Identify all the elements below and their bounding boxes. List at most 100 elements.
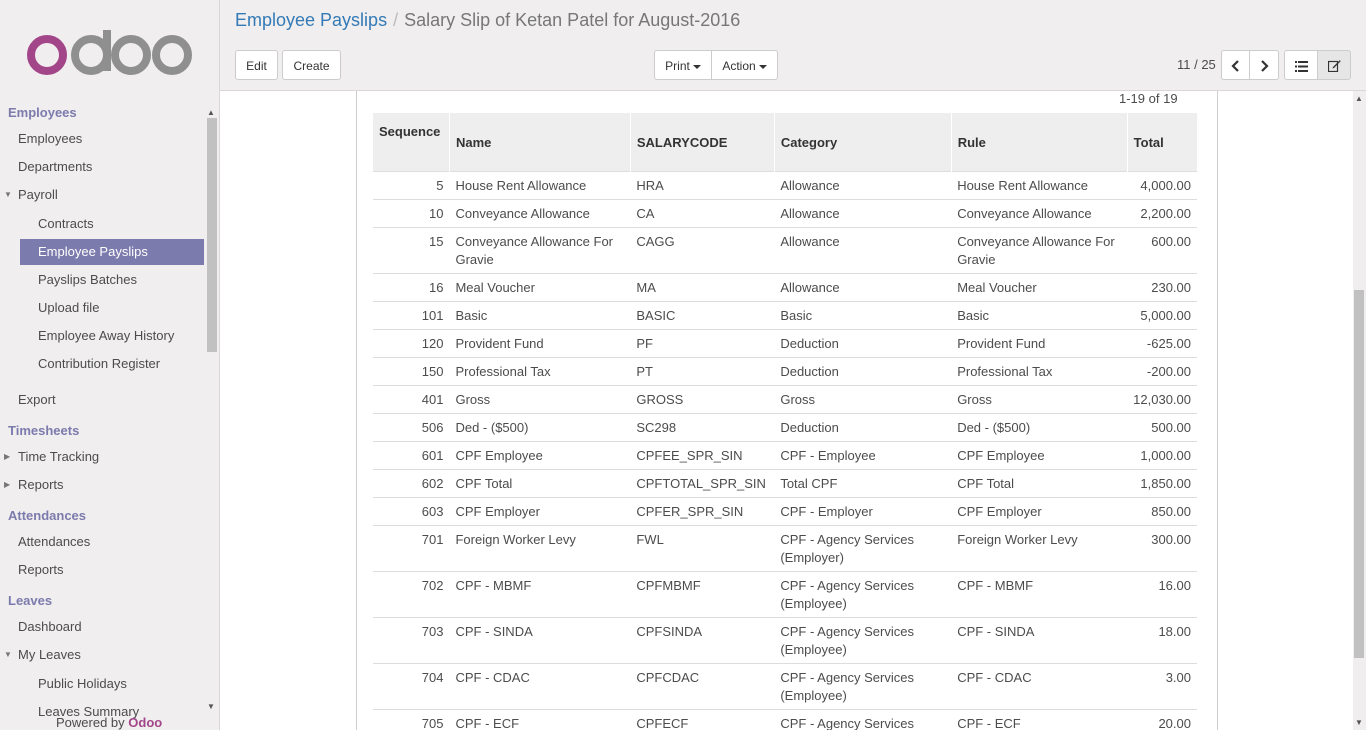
cell-category: Deduction <box>774 329 952 358</box>
cell-name: CPF - SINDA <box>449 617 631 664</box>
table-row[interactable]: 601 CPF Employee CPFEE_SPR_SIN CPF - Employ… <box>373 441 1197 470</box>
sidebar-item-reports-attendances[interactable]: Reports <box>0 557 204 583</box>
cell-sequence: 602 <box>373 469 450 498</box>
edit-button[interactable]: Edit <box>235 50 278 80</box>
cell-name: CPF Employee <box>449 441 631 470</box>
pager-value[interactable]: 11 / 25 <box>1177 57 1216 72</box>
main-scrollbar-thumb[interactable] <box>1354 290 1364 658</box>
table-row[interactable]: 10 Conveyance Allowance CA Allowance Conveya… <box>373 199 1197 228</box>
sidebar-item-attendances[interactable]: Attendances <box>0 529 204 555</box>
scroll-up-icon[interactable]: ▲ <box>207 108 215 117</box>
cell-sequence: 10 <box>373 199 450 228</box>
sidebar-item-employees[interactable]: Employees <box>0 126 204 152</box>
breadcrumb-employee-payslips[interactable]: Employee Payslips <box>235 10 387 30</box>
print-dropdown-button[interactable]: Print <box>654 50 712 80</box>
column-header-rule[interactable]: Rule <box>950 113 1128 172</box>
cell-rule: CPF Employee <box>951 441 1128 470</box>
cell-salarycode: CAGG <box>630 227 775 274</box>
table-row[interactable]: 602 CPF Total CPFTOTAL_SPR_SIN Total CPF CPF… <box>373 469 1197 498</box>
form-sheet: 1-19 of 19 Sequence Name SALARYCODE Cate… <box>356 91 1218 730</box>
cell-rule: CPF - CDAC <box>951 663 1128 710</box>
cell-sequence: 16 <box>373 273 450 302</box>
sidebar-item-payroll[interactable]: ▼ Payroll <box>0 182 204 208</box>
sidebar-section-leaves: Leaves <box>8 593 53 608</box>
pager-previous-button[interactable] <box>1221 50 1250 80</box>
cell-salarycode: PF <box>630 329 775 358</box>
table-row[interactable]: 703 CPF - SINDA CPFSINDA CPF - Agency Servi… <box>373 617 1197 664</box>
scroll-up-icon[interactable]: ▲ <box>1355 94 1363 103</box>
cell-name: CPF - CDAC <box>449 663 631 710</box>
odoo-link[interactable]: Odoo <box>128 715 162 730</box>
cell-sequence: 603 <box>373 497 450 526</box>
table-header-row: Sequence Name SALARYCODE Category Rule T… <box>373 113 1197 172</box>
table-row[interactable]: 5 House Rent Allowance HRA Allowance House R… <box>373 171 1197 200</box>
column-header-category[interactable]: Category <box>773 113 952 172</box>
table-row[interactable]: 16 Meal Voucher MA Allowance Meal Voucher 230… <box>373 273 1197 302</box>
cell-rule: Meal Voucher <box>951 273 1128 302</box>
table-row[interactable]: 15 Conveyance Allowance For Gravie CAGG All… <box>373 227 1197 274</box>
cell-sequence: 150 <box>373 357 450 386</box>
sidebar-item-employee-away-history[interactable]: Employee Away History <box>0 323 204 349</box>
list-view-button[interactable] <box>1284 50 1318 80</box>
sidebar-item-dashboard[interactable]: Dashboard <box>0 614 204 640</box>
cell-name: CPF Employer <box>449 497 631 526</box>
cell-name: Meal Voucher <box>449 273 631 302</box>
sidebar-item-contribution-register[interactable]: Contribution Register <box>0 351 204 377</box>
cell-name: CPF - ECF <box>449 709 631 730</box>
cell-rule: CPF Employer <box>951 497 1128 526</box>
cell-total: 500.00 <box>1127 413 1197 442</box>
table-row[interactable]: 120 Provident Fund PF Deduction Provident Fu… <box>373 329 1197 358</box>
scroll-down-icon[interactable]: ▼ <box>1355 718 1363 727</box>
sidebar-item-employee-payslips[interactable]: Employee Payslips <box>20 239 204 265</box>
table-row[interactable]: 401 Gross GROSS Gross Gross 12,030.00 <box>373 385 1197 414</box>
caret-down-icon <box>758 64 767 69</box>
column-header-salarycode[interactable]: SALARYCODE <box>629 113 775 172</box>
column-header-sequence[interactable]: Sequence <box>373 113 450 172</box>
sidebar-item-my-leaves[interactable]: ▼ My Leaves <box>0 642 204 668</box>
action-dropdown-button[interactable]: Action <box>711 50 778 80</box>
cell-total: -200.00 <box>1127 357 1197 386</box>
create-button[interactable]: Create <box>282 50 341 80</box>
table-row[interactable]: 506 Ded - ($500) SC298 Deduction Ded - ($500… <box>373 413 1197 442</box>
cell-sequence: 506 <box>373 413 450 442</box>
scroll-down-icon[interactable]: ▼ <box>207 702 215 711</box>
sidebar-item-export[interactable]: Export <box>0 387 204 413</box>
pager-next-button[interactable] <box>1249 50 1279 80</box>
breadcrumb-current: Salary Slip of Ketan Patel for August-20… <box>404 10 741 30</box>
column-header-name[interactable]: Name <box>448 113 631 172</box>
cell-category: Gross <box>774 385 952 414</box>
table-row[interactable]: 702 CPF - MBMF CPFMBMF CPF - Agency Service… <box>373 571 1197 618</box>
sidebar-item-contracts[interactable]: Contracts <box>0 211 204 237</box>
cell-name: Gross <box>449 385 631 414</box>
cell-category: CPF - Employer <box>774 497 952 526</box>
cell-rule: Ded - ($500) <box>951 413 1128 442</box>
sidebar-item-reports-timesheets[interactable]: ▶ Reports <box>0 472 204 498</box>
cell-category: Allowance <box>774 171 952 200</box>
cell-sequence: 702 <box>373 571 450 618</box>
cell-category: Total CPF <box>774 469 952 498</box>
sidebar-item-departments[interactable]: Departments <box>0 154 204 180</box>
cell-rule: CPF - MBMF <box>951 571 1128 618</box>
form-content: 1-19 of 19 Sequence Name SALARYCODE Cate… <box>220 91 1354 730</box>
table-row[interactable]: 603 CPF Employer CPFER_SPR_SIN CPF - Employ… <box>373 497 1197 526</box>
sidebar-item-payslips-batches[interactable]: Payslips Batches <box>0 267 204 293</box>
sidebar-item-upload-file[interactable]: Upload file <box>0 295 204 321</box>
cell-category: Allowance <box>774 199 952 228</box>
table-row[interactable]: 701 Foreign Worker Levy FWL CPF - Agency Se… <box>373 525 1197 572</box>
table-row[interactable]: 101 Basic BASIC Basic Basic 5,000.00 <box>373 301 1197 330</box>
cell-salarycode: CPFCDAC <box>630 663 775 710</box>
sidebar-item-time-tracking[interactable]: ▶ Time Tracking <box>0 444 204 470</box>
caret-down-icon <box>692 64 701 69</box>
table-row[interactable]: 150 Professional Tax PT Deduction Profession… <box>373 357 1197 386</box>
cell-salarycode: CPFSINDA <box>630 617 775 664</box>
sidebar-item-public-holidays[interactable]: Public Holidays <box>0 671 204 697</box>
cell-salarycode: HRA <box>630 171 775 200</box>
cell-sequence: 701 <box>373 525 450 572</box>
column-header-total[interactable]: Total <box>1126 113 1197 172</box>
table-row[interactable]: 705 CPF - ECF CPFECF CPF - Agency Services … <box>373 709 1197 730</box>
form-view-button[interactable] <box>1317 50 1351 80</box>
cell-salarycode: CPFER_SPR_SIN <box>630 497 775 526</box>
table-row[interactable]: 704 CPF - CDAC CPFCDAC CPF - Agency Service… <box>373 663 1197 710</box>
sidebar-scrollbar-thumb[interactable] <box>207 118 217 352</box>
odoo-logo[interactable] <box>26 28 194 78</box>
